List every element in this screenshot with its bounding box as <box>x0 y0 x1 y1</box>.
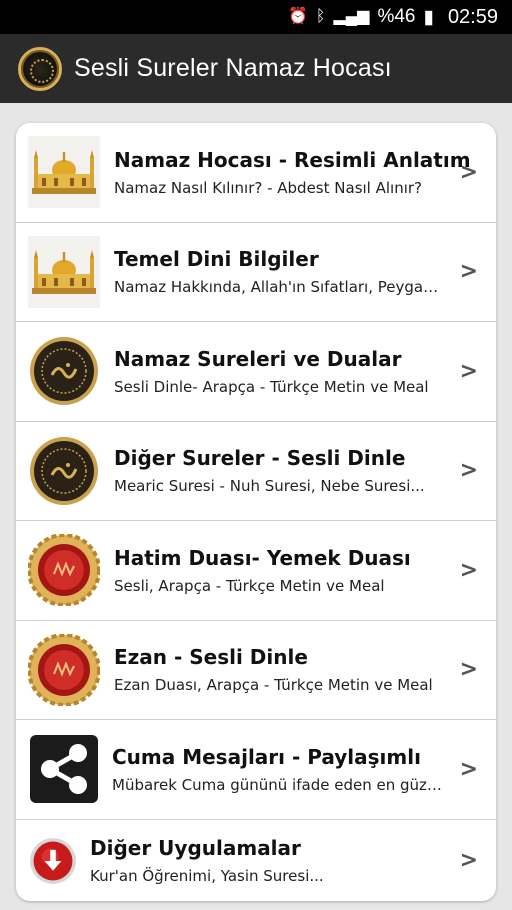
chevron-right-icon: > <box>459 756 478 782</box>
signal-icon: ▂▄▆ <box>333 8 370 25</box>
menu-item-title: Namaz Hocası - Resimli Anlatım <box>114 147 471 172</box>
calligraphy-medallion-icon <box>18 46 62 91</box>
menu-item-temel-dini-bilgiler[interactable]: Temel Dini Bilgiler Namaz Hakkında, Alla… <box>16 223 496 322</box>
menu-item-subtitle: Mearic Suresi - Nuh Suresi, Nebe Suresi.… <box>114 477 425 496</box>
clock: 02:59 <box>447 5 498 28</box>
menu-item-subtitle: Sesli, Arapça - Türkçe Metin ve Meal <box>114 576 385 595</box>
menu-item-subtitle: Sesli Dinle- Arapça - Türkçe Metin ve Me… <box>114 377 429 396</box>
menu-item-diger-sureler[interactable]: Diğer Sureler - Sesli Dinle Mearic Sures… <box>16 422 496 521</box>
menu-item-title: Diğer Uygulamalar <box>90 836 301 860</box>
chevron-right-icon: > <box>459 557 478 583</box>
menu-item-ezan[interactable]: Ezan - Sesli Dinle Ezan Duası, Arapça - … <box>16 621 496 720</box>
chevron-right-icon: > <box>459 159 478 185</box>
calligraphy-medallion-icon <box>30 436 98 505</box>
chevron-right-icon: > <box>459 458 478 484</box>
menu-item-namaz-hocasi[interactable]: Namaz Hocası - Resimli Anlatım Namaz Nas… <box>16 123 496 223</box>
app-bar: Sesli Sureler Namaz Hocası <box>0 34 512 103</box>
chevron-right-icon: > <box>459 259 478 285</box>
menu-item-diger-uygulamalar[interactable]: Diğer Uygulamalar Kur'an Öğrenimi, Yasin… <box>16 820 496 902</box>
menu-item-title: Hatim Duası- Yemek Duası <box>114 545 411 570</box>
menu-item-cuma-mesajlari[interactable]: Cuma Mesajları - Paylaşımlı Mübarek Cuma… <box>16 720 496 820</box>
menu-item-title: Temel Dini Bilgiler <box>114 247 319 272</box>
menu-item-subtitle: Kur'an Öğrenimi, Yasin Suresi... <box>90 867 324 885</box>
red-medallion-icon <box>28 534 100 607</box>
menu-item-subtitle: Namaz Hakkında, Allah'ın Sıfatları, Peyg… <box>114 278 450 297</box>
menu-item-hatim-duasi[interactable]: Hatim Duası- Yemek Duası Sesli, Arapça -… <box>16 521 496 621</box>
menu-item-title: Diğer Sureler - Sesli Dinle <box>114 446 406 471</box>
share-icon <box>30 735 98 804</box>
battery-percent: %46 <box>377 6 416 27</box>
menu-item-subtitle: Mübarek Cuma gününü ifade eden en güzel.… <box>112 775 450 794</box>
mosque-icon <box>28 235 100 308</box>
menu-item-namaz-sureleri[interactable]: Namaz Sureleri ve Dualar Sesli Dinle- Ar… <box>16 322 496 422</box>
menu-item-title: Ezan - Sesli Dinle <box>114 645 308 670</box>
menu-item-title: Cuma Mesajları - Paylaşımlı <box>112 744 421 769</box>
chevron-right-icon: > <box>459 848 478 873</box>
bluetooth-icon: ᛒ <box>315 8 326 25</box>
alarm-icon: ⏰ <box>287 8 308 25</box>
menu-item-subtitle: Namaz Nasıl Kılınır? - Abdest Nasıl Alın… <box>114 178 423 197</box>
battery-icon: ▮ <box>423 6 434 28</box>
menu-item-subtitle: Ezan Duası, Arapça - Türkçe Metin ve Mea… <box>114 676 433 695</box>
app-title: Sesli Sureler Namaz Hocası <box>74 54 392 82</box>
download-icon <box>30 837 76 884</box>
chevron-right-icon: > <box>459 657 478 683</box>
chevron-right-icon: > <box>459 358 478 384</box>
mosque-icon <box>28 136 100 209</box>
status-bar: ⏰ ᛒ ▂▄▆ %46 ▮ 02:59 <box>0 0 512 34</box>
menu-card: Namaz Hocası - Resimli Anlatım Namaz Nas… <box>16 123 496 901</box>
red-medallion-icon <box>28 633 100 706</box>
calligraphy-medallion-icon <box>30 337 98 406</box>
menu-item-title: Namaz Sureleri ve Dualar <box>114 346 402 371</box>
